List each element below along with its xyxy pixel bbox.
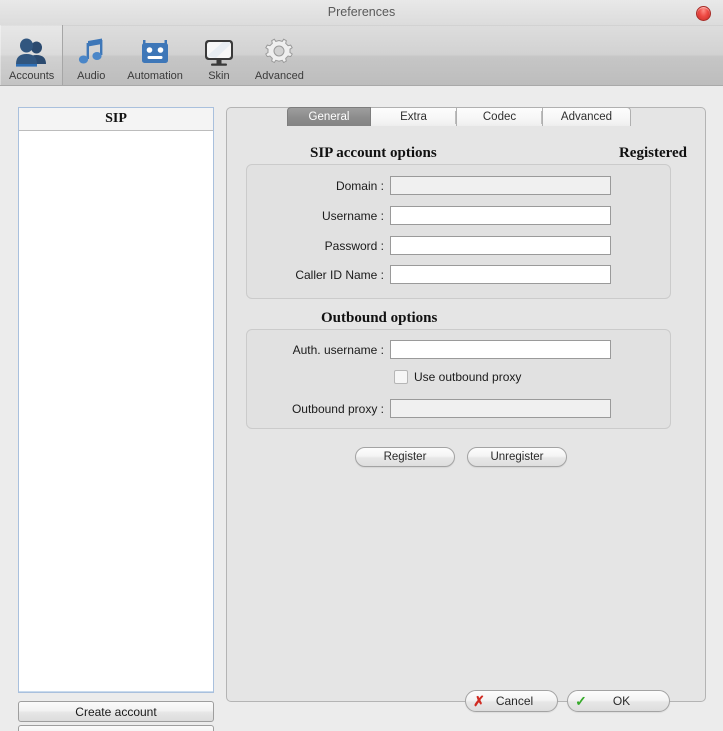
tab-extra[interactable]: Extra	[371, 107, 457, 126]
window-title: Preferences	[327, 5, 396, 19]
toolbar-label-advanced: Advanced	[254, 70, 304, 82]
toolbar-item-advanced[interactable]: Advanced	[247, 25, 312, 85]
skin-icon	[199, 35, 239, 69]
toolbar-label-accounts: Accounts	[9, 70, 55, 82]
automation-icon	[135, 35, 175, 69]
audio-icon	[71, 35, 111, 69]
x-mark-icon: ✗	[473, 693, 485, 709]
tab-separator	[455, 111, 456, 124]
tab-codec-label: Codec	[482, 111, 517, 123]
toolbar-item-skin[interactable]: Skin	[191, 25, 247, 85]
outbound-proxy-input[interactable]	[390, 399, 611, 418]
username-label: Username :	[321, 208, 384, 223]
password-row: Password :	[240, 236, 611, 255]
sip-section-heading: SIP account options	[310, 145, 437, 161]
tab-separator	[541, 111, 542, 124]
close-icon[interactable]	[696, 6, 711, 21]
cancel-button-label: Cancel	[495, 694, 534, 708]
username-input[interactable]	[390, 206, 611, 225]
cancel-button[interactable]: ✗ Cancel	[465, 690, 558, 712]
create-account-button[interactable]: Create account	[18, 701, 214, 722]
tab-general-label: General	[308, 111, 350, 123]
ok-button[interactable]: ✓ OK	[567, 690, 670, 712]
account-list-header: SIP	[19, 108, 213, 131]
toolbar-item-automation[interactable]: Automation	[119, 25, 191, 85]
domain-label: Domain :	[335, 178, 384, 193]
caller-id-label: Caller ID Name :	[295, 267, 384, 282]
outbound-proxy-label: Outbound proxy :	[291, 401, 384, 416]
password-input[interactable]	[390, 236, 611, 255]
tab-advanced-label: Advanced	[560, 111, 613, 123]
title-bar: Preferences	[0, 0, 723, 26]
tab-advanced[interactable]: Advanced	[543, 107, 631, 126]
tab-extra-label: Extra	[400, 111, 427, 123]
tab-strip: General Extra Codec Advanced	[287, 107, 631, 126]
domain-row: Domain :	[240, 176, 611, 195]
registration-status-badge: Registered	[618, 145, 687, 161]
account-list[interactable]: SIP	[18, 107, 214, 693]
use-outbound-proxy-label: Use outbound proxy	[414, 370, 522, 384]
domain-input[interactable]	[390, 176, 611, 195]
caller-id-input[interactable]	[390, 265, 611, 284]
toolbar-label-audio: Audio	[77, 70, 106, 82]
advanced-icon	[259, 35, 299, 69]
outbound-section-heading: Outbound options	[321, 310, 438, 326]
account-list-body[interactable]	[19, 131, 213, 691]
toolbar-item-audio[interactable]: Audio	[63, 25, 119, 85]
unregister-button[interactable]: Unregister	[467, 447, 567, 467]
outbound-proxy-row: Outbound proxy :	[240, 399, 611, 418]
auth-username-row: Auth. username :	[240, 340, 611, 359]
caller-id-row: Caller ID Name :	[240, 265, 611, 284]
use-outbound-proxy-checkbox[interactable]	[394, 370, 408, 384]
use-outbound-proxy-row: Use outbound proxy	[394, 370, 521, 384]
toolbar-label-automation: Automation	[127, 70, 183, 82]
toolbar-label-skin: Skin	[208, 70, 230, 82]
username-row: Username :	[240, 206, 611, 225]
rename-account-button[interactable]: Rename account	[18, 725, 214, 731]
tab-codec[interactable]: Codec	[457, 107, 543, 126]
auth-username-label: Auth. username :	[292, 342, 384, 357]
toolbar-item-accounts[interactable]: Accounts	[0, 25, 64, 85]
register-button[interactable]: Register	[355, 447, 455, 467]
check-mark-icon: ✓	[575, 693, 587, 709]
toolbar: Accounts Audio Automation Skin Advanced	[0, 25, 723, 86]
accounts-icon	[12, 35, 52, 69]
tab-general[interactable]: General	[287, 107, 371, 126]
password-label: Password :	[324, 238, 384, 253]
ok-button-label: OK	[612, 694, 631, 708]
auth-username-input[interactable]	[390, 340, 611, 359]
preferences-window: Preferences Accounts Audio Automation Sk…	[0, 0, 723, 731]
